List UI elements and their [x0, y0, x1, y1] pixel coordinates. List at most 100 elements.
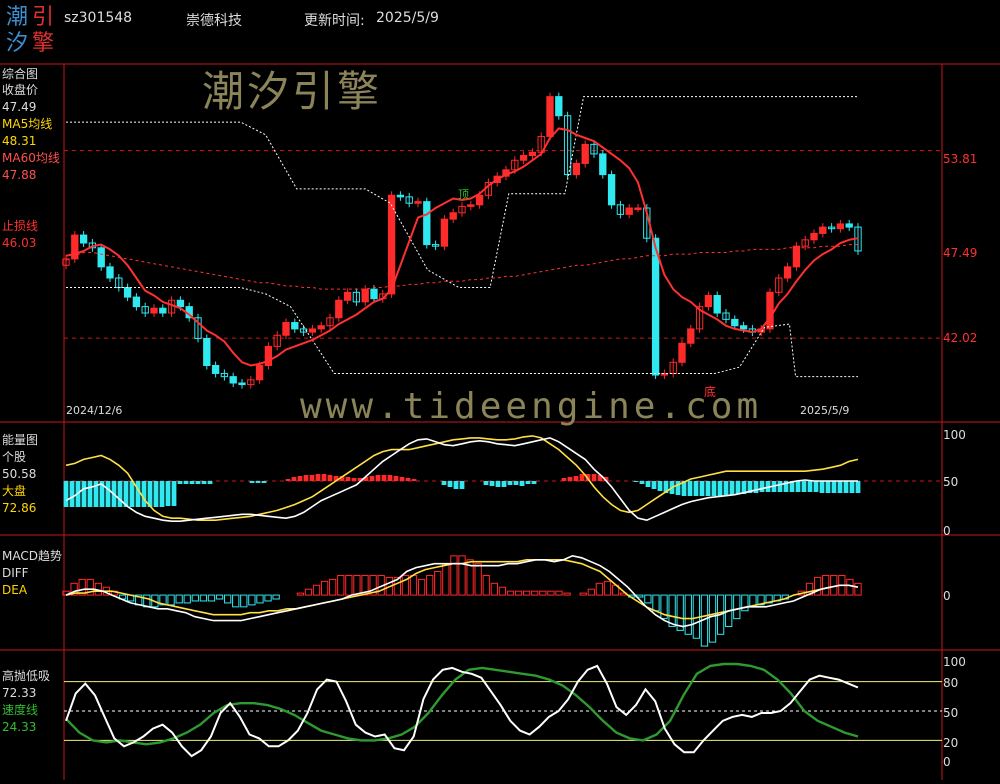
candle — [123, 287, 132, 298]
candle — [396, 194, 405, 198]
macd-bar — [514, 590, 523, 596]
energy-bar — [801, 481, 807, 492]
macd-bar — [191, 594, 199, 602]
candle — [467, 204, 475, 207]
energy-bar — [171, 481, 177, 506]
logo: 潮 引 汐 擎 — [4, 4, 60, 58]
energy-bar — [87, 481, 93, 507]
energy-bar — [483, 481, 489, 485]
energy-bar — [291, 477, 297, 481]
candle — [308, 328, 317, 333]
main-y-tick: 53.81 — [943, 152, 978, 166]
macd-bar — [264, 594, 272, 602]
energy-bar — [567, 477, 573, 481]
energy-bar — [675, 481, 681, 495]
energy-bar — [825, 481, 831, 493]
energy-bar — [81, 481, 87, 507]
candle — [687, 328, 695, 344]
macd-bar — [555, 590, 563, 596]
energy-y-tick: 0 — [943, 524, 951, 538]
energy-bar — [141, 481, 147, 507]
candle — [132, 296, 141, 308]
hl-speed-value: 24.33 — [2, 720, 37, 734]
logo-char: 擎 — [32, 31, 55, 56]
energy-bar — [189, 481, 195, 484]
macd-bar — [498, 586, 507, 596]
logo-char: 汐 — [6, 31, 29, 56]
macd-bar — [644, 594, 652, 604]
energy-bar — [369, 476, 375, 481]
energy-bar — [165, 481, 171, 506]
macd-bar — [482, 574, 490, 596]
energy-bar — [159, 481, 165, 507]
macd-y-tick: 0 — [943, 589, 951, 603]
macd-bar — [256, 594, 264, 604]
stock-name: 崇德科技 — [186, 13, 242, 29]
energy-bar — [285, 479, 291, 481]
energy-bar — [843, 481, 849, 493]
energy-bar — [321, 474, 327, 481]
logo-char: 潮 — [6, 5, 29, 30]
energy-bar — [387, 475, 393, 481]
energy-bar — [489, 481, 495, 486]
watermark-logo-text: 潮汐引擎 — [202, 67, 383, 116]
macd-bar — [417, 578, 426, 596]
band-lower-line — [66, 287, 858, 378]
candle — [792, 245, 801, 268]
energy-bar — [351, 478, 357, 481]
energy-bar — [399, 477, 405, 481]
energy-bar — [261, 481, 267, 483]
close-value: 47.49 — [2, 100, 37, 114]
energy-bar — [249, 481, 255, 483]
candle — [255, 365, 264, 381]
macd-bar — [822, 574, 830, 596]
energy-bar — [753, 481, 759, 493]
candle — [229, 376, 237, 384]
hl-y-tick: 50 — [943, 706, 959, 720]
candle — [361, 288, 369, 303]
macd-bar — [304, 588, 313, 596]
energy-bar — [645, 481, 651, 487]
macd-bar — [547, 590, 555, 596]
macd-bar — [215, 594, 224, 600]
energy-bar — [201, 481, 207, 484]
macd-bar — [652, 594, 660, 612]
energy-bar — [375, 475, 381, 481]
energy-bar — [837, 481, 843, 493]
macd-bar — [474, 563, 482, 596]
ma5-line — [65, 127, 859, 367]
candle — [370, 288, 378, 300]
candle — [150, 307, 158, 314]
macd-bar — [733, 594, 741, 620]
energy-panel-title: 能量图 — [2, 433, 39, 447]
macd-bar — [426, 574, 434, 596]
macd-bar — [603, 580, 612, 596]
macd-bar — [248, 594, 256, 606]
energy-bar — [315, 474, 321, 481]
speed-line — [65, 662, 859, 746]
energy-bar — [711, 481, 717, 496]
energy-stock-line — [65, 437, 858, 522]
candle — [414, 201, 422, 204]
macd-bar — [531, 590, 539, 596]
macd-bar — [345, 574, 353, 596]
energy-market-value: 72.86 — [2, 501, 37, 515]
energy-bar — [507, 481, 513, 485]
energy-bar — [447, 481, 453, 487]
candle — [810, 232, 818, 241]
energy-bar — [309, 475, 315, 481]
energy-bar — [573, 476, 579, 481]
candle — [475, 194, 484, 206]
energy-bar — [117, 481, 123, 507]
stop-label: 止损线 — [2, 219, 39, 233]
macd-bar — [329, 578, 337, 596]
energy-bar — [381, 475, 387, 481]
energy-bar — [405, 478, 411, 481]
candle — [572, 162, 581, 176]
candle — [651, 237, 660, 376]
ma60-label: MA60均线 — [2, 151, 60, 165]
macd-bar — [434, 571, 442, 596]
energy-bar — [69, 481, 75, 507]
candle — [713, 295, 721, 314]
energy-bar — [687, 481, 693, 496]
